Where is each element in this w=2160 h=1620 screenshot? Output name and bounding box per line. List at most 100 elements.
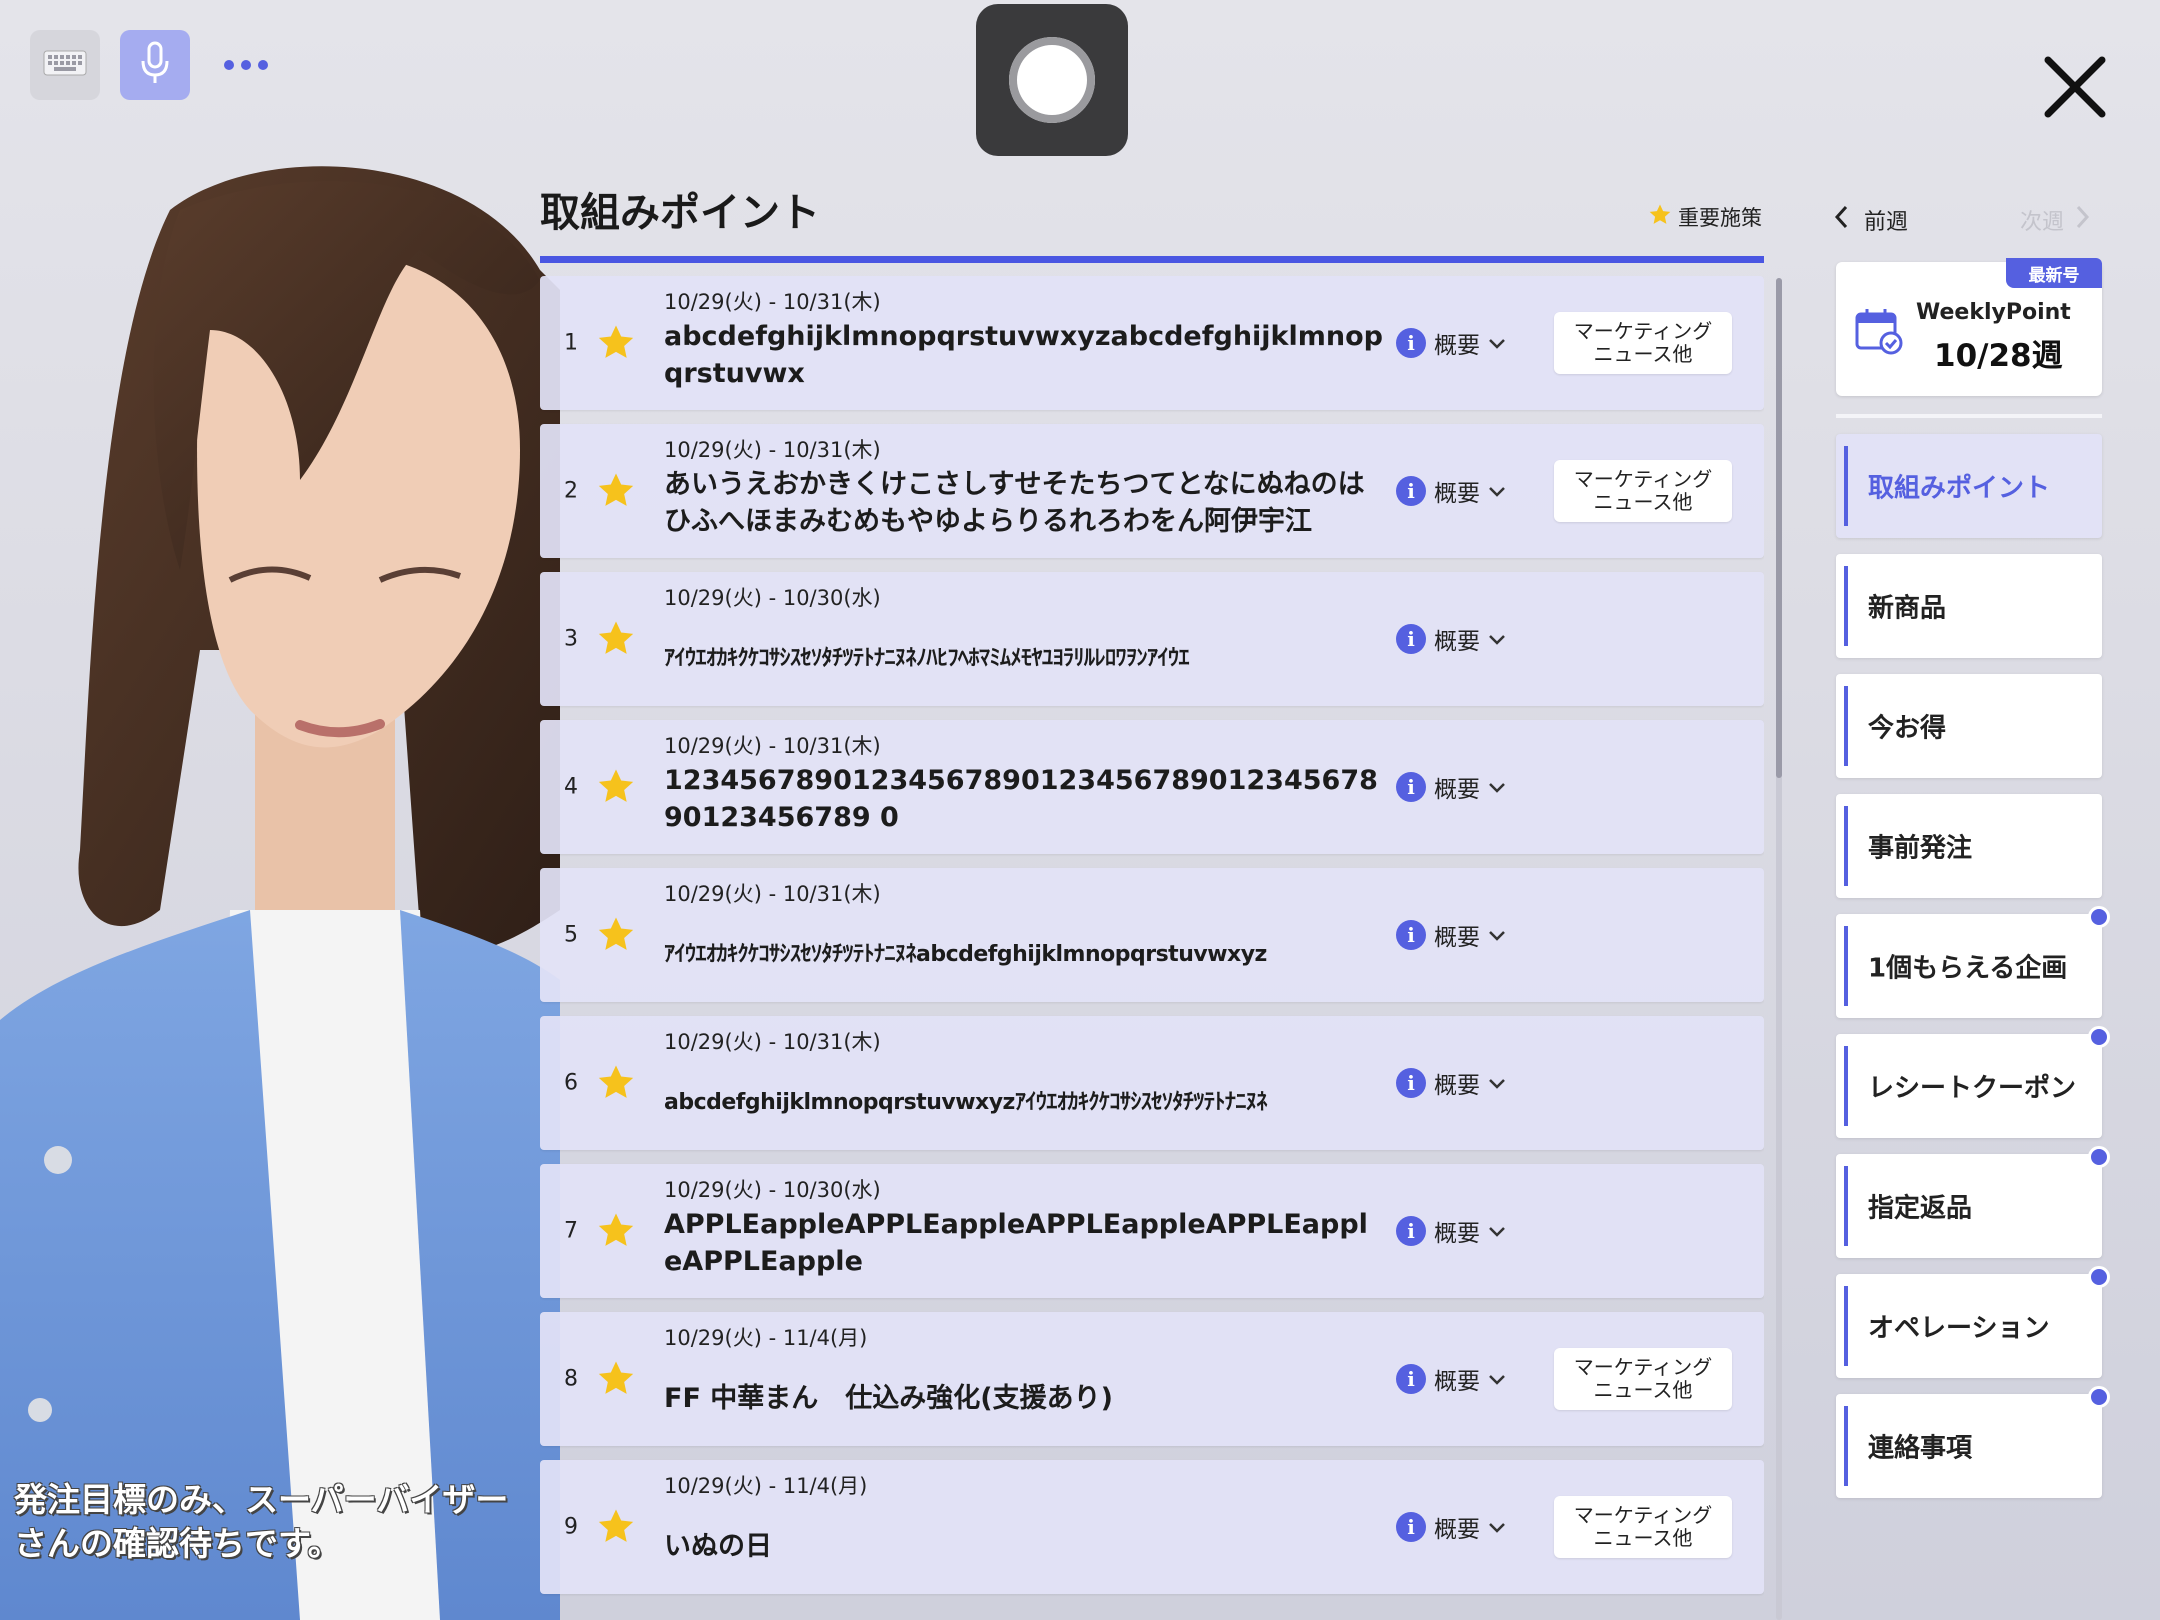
item-title: いぬの日 <box>664 1531 772 1562</box>
info-icon: i <box>1396 772 1426 802</box>
weekly-point-week: 10/28週 <box>1934 338 2063 374</box>
list-item[interactable]: 1 10/29(火) - 10/31(木) abcdefghijklmnopqrst… <box>540 276 1764 410</box>
item-number: 2 <box>564 478 578 504</box>
item-number: 9 <box>564 1514 578 1540</box>
close-icon <box>2040 56 2110 126</box>
item-number: 4 <box>564 774 578 800</box>
star-icon <box>596 1211 636 1251</box>
list-item[interactable]: 2 10/29(火) - 10/31(木) あいうえおかきくけこさしすせそたちつてと… <box>540 424 1764 558</box>
next-week-label: 次週 <box>2020 210 2065 235</box>
next-week-button[interactable]: 次週 <box>2020 204 2090 236</box>
sidebar-item[interactable]: レシートクーポン <box>1836 1026 2110 1138</box>
unread-dot <box>2088 1146 2110 1168</box>
calendar-check-icon <box>1854 306 1904 356</box>
prev-week-label: 前週 <box>1864 210 1909 235</box>
item-date: 10/29(火) - 10/31(木) <box>664 1030 881 1054</box>
info-icon: i <box>1396 1364 1426 1394</box>
sidebar-item[interactable]: 事前発注 <box>1836 794 2102 898</box>
sidebar-item-accent <box>1844 1046 1848 1126</box>
sidebar-item-accent <box>1844 926 1848 1006</box>
sidebar-item-accent <box>1844 686 1848 766</box>
list-item[interactable]: 7 10/29(火) - 10/30(水) APPLEappleAPPLEapple… <box>540 1164 1764 1298</box>
item-title: FF 中華まん 仕込み強化(支援あり) <box>664 1383 1113 1414</box>
star-icon <box>596 1507 636 1547</box>
marketing-news-button[interactable]: マーケティング ニュース他 <box>1554 460 1732 522</box>
item-number: 8 <box>564 1366 578 1392</box>
marketing-news-button[interactable]: マーケティング ニュース他 <box>1554 1496 1732 1558</box>
unread-dot <box>2088 1266 2110 1288</box>
list-item[interactable]: 9 10/29(火) - 11/4(月) いぬの日 i 概要 マーケティング ニュース他 <box>540 1460 1764 1594</box>
prev-week-button[interactable]: 前週 <box>1834 204 1908 236</box>
unread-dot <box>2088 1386 2110 1408</box>
summary-label: 概要 <box>1434 333 1480 359</box>
summary-toggle[interactable]: i 概要 <box>1396 326 1506 360</box>
summary-label: 概要 <box>1434 1221 1480 1247</box>
item-date: 10/29(火) - 11/4(月) <box>664 1474 868 1498</box>
chevron-down-icon <box>1488 1514 1506 1540</box>
summary-toggle[interactable]: i 概要 <box>1396 622 1506 656</box>
list-scrollbar[interactable] <box>1776 278 1782 1620</box>
sidebar-item[interactable]: 今お得 <box>1836 674 2102 778</box>
latest-badge: 最新号 <box>2006 258 2102 288</box>
item-number: 7 <box>564 1218 578 1244</box>
weekly-point-label: WeeklyPoint <box>1916 300 2071 325</box>
marketing-news-button[interactable]: マーケティング ニュース他 <box>1554 312 1732 374</box>
sidebar-item[interactable]: 連絡事項 <box>1836 1386 2110 1498</box>
info-icon: i <box>1396 476 1426 506</box>
sidebar-item-label: レシートクーポン <box>1868 1073 2077 1104</box>
list-item[interactable]: 6 10/29(火) - 10/31(木) abcdefghijklmnopqrst… <box>540 1016 1764 1150</box>
more-button[interactable] <box>218 30 274 100</box>
sidebar-item[interactable]: 取組みポイント <box>1836 434 2102 538</box>
sidebar-item[interactable]: オペレーション <box>1836 1266 2110 1378</box>
sidebar-item[interactable]: 新商品 <box>1836 554 2102 658</box>
summary-label: 概要 <box>1434 1517 1480 1543</box>
sidebar-item[interactable]: 1個もらえる企画 <box>1836 906 2110 1018</box>
weekly-point-card[interactable]: 最新号 WeeklyPoint 10/28週 <box>1836 258 2102 396</box>
list-header-bar <box>540 256 1764 263</box>
summary-toggle[interactable]: i 概要 <box>1396 1510 1506 1544</box>
chevron-down-icon <box>1488 478 1506 504</box>
more-dots-icon <box>223 56 269 75</box>
microphone-button[interactable] <box>120 30 190 100</box>
assistant-caption: 発注目標のみ、スーパーバイザーさんの確認待ちです。 <box>14 1480 509 1563</box>
info-icon: i <box>1396 1216 1426 1246</box>
item-date: 10/29(火) - 10/31(木) <box>664 882 881 906</box>
close-button[interactable] <box>2040 52 2110 122</box>
item-title: abcdefghijklmnopqrstuvwxyzabcdefghijklmn… <box>664 321 1383 389</box>
summary-toggle[interactable]: i 概要 <box>1396 1214 1506 1248</box>
list-item[interactable]: 5 10/29(火) - 10/31(木) ｱｲｳｴｵｶｷｸｹｺｻｼｽｾｿﾀﾁﾂﾃﾄ… <box>540 868 1764 1002</box>
star-icon <box>596 767 636 807</box>
sidebar-item-label: 連絡事項 <box>1868 1433 1973 1464</box>
item-title: APPLEappleAPPLEappleAPPLEappleAPPLEapple… <box>664 1209 1368 1277</box>
summary-toggle[interactable]: i 概要 <box>1396 1066 1506 1100</box>
item-title: ｱｲｳｴｵｶｷｸｹｺｻｼｽｾｿﾀﾁﾂﾃﾄﾅﾆﾇﾈﾉﾊﾋﾌﾍﾎﾏﾐﾑﾒﾓﾔﾕﾖﾗﾘ… <box>664 646 1190 671</box>
summary-toggle[interactable]: i 概要 <box>1396 770 1506 804</box>
page-title: 取組みポイント <box>540 190 820 236</box>
important-legend: 重要施策 <box>1648 202 1762 232</box>
sidebar-item-label: 指定返品 <box>1868 1193 1973 1224</box>
item-title: ｱｲｳｴｵｶｷｸｹｺｻｼｽｾｿﾀﾁﾂﾃﾄﾅﾆﾇﾈabcdefghijklmnop… <box>664 942 1267 967</box>
sidebar-item-label: 今お得 <box>1868 713 1947 744</box>
microphone-icon <box>138 41 172 89</box>
item-date: 10/29(火) - 11/4(月) <box>664 1326 868 1350</box>
scrollbar-thumb[interactable] <box>1776 278 1782 778</box>
star-icon <box>596 915 636 955</box>
points-list: 1 10/29(火) - 10/31(木) abcdefghijklmnopqrst… <box>540 276 1764 1620</box>
keyboard-button[interactable] <box>30 30 100 100</box>
record-button[interactable] <box>976 4 1128 156</box>
summary-toggle[interactable]: i 概要 <box>1396 918 1506 952</box>
summary-label: 概要 <box>1434 1073 1480 1099</box>
record-icon <box>1009 37 1095 123</box>
unread-dot <box>2088 1026 2110 1048</box>
list-item[interactable]: 4 10/29(火) - 10/31(木) 12345678901234567890… <box>540 720 1764 854</box>
chevron-down-icon <box>1488 330 1506 356</box>
sidebar-item[interactable]: 指定返品 <box>1836 1146 2110 1258</box>
marketing-news-button[interactable]: マーケティング ニュース他 <box>1554 1348 1732 1410</box>
summary-toggle[interactable]: i 概要 <box>1396 1362 1506 1396</box>
list-item[interactable]: 3 10/29(火) - 10/30(水) ｱｲｳｴｵｶｷｸｹｺｻｼｽｾｿﾀﾁﾂﾃﾄ… <box>540 572 1764 706</box>
summary-toggle[interactable]: i 概要 <box>1396 474 1506 508</box>
list-item[interactable]: 8 10/29(火) - 11/4(月) FF 中華まん 仕込み強化(支援あり) i 概… <box>540 1312 1764 1446</box>
star-icon <box>596 1359 636 1399</box>
summary-label: 概要 <box>1434 629 1480 655</box>
summary-label: 概要 <box>1434 1369 1480 1395</box>
